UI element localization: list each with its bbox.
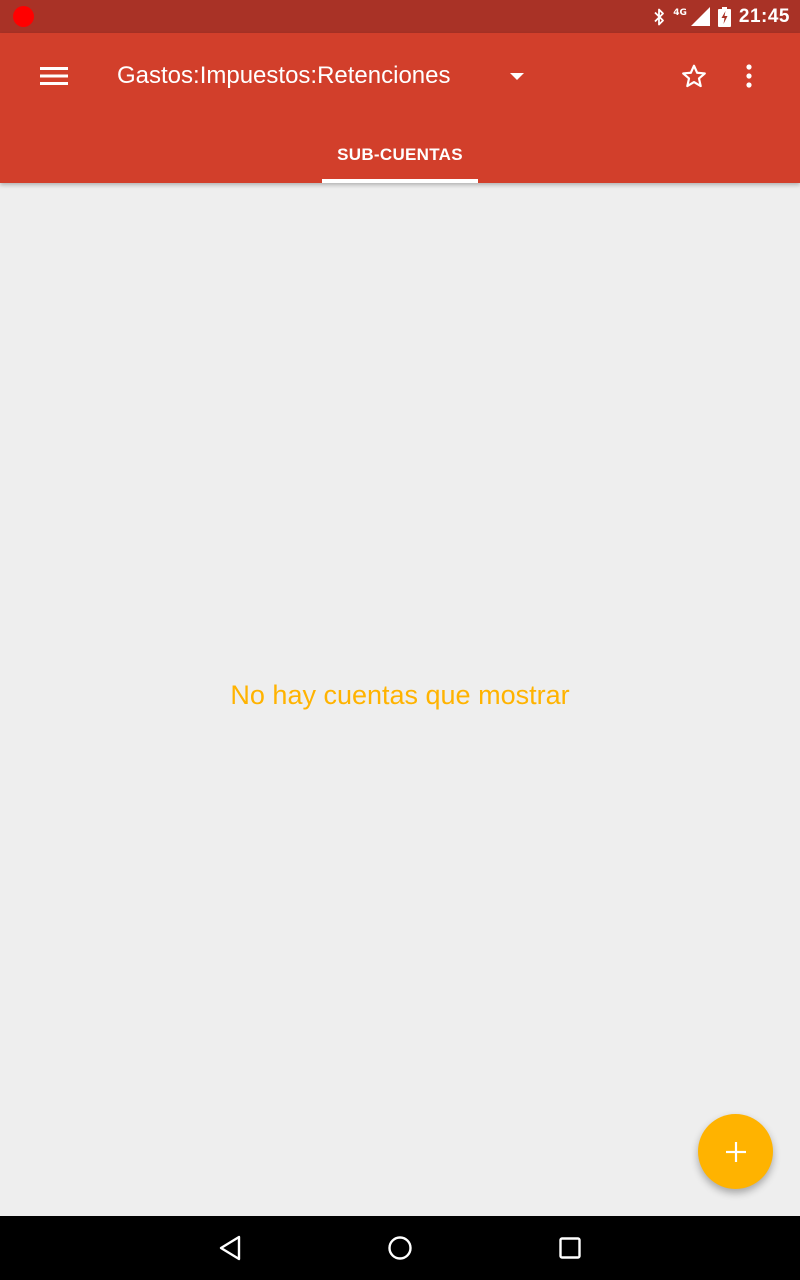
status-time: 21:45 [738,5,790,27]
navigation-bar [0,1216,800,1280]
tab-indicator [322,179,478,183]
star-outline-icon [682,64,706,88]
back-icon [219,1235,241,1261]
bluetooth-icon [653,8,665,26]
more-vert-icon [746,64,752,88]
recents-button[interactable] [540,1228,600,1268]
status-bar: 4G 21:45 [0,0,800,33]
account-title: Gastos:Impuestos:Retenciones [117,62,451,89]
menu-button[interactable] [24,53,84,99]
add-account-button[interactable] [698,1114,773,1189]
app-bar: Gastos:Impuestos:Retenciones SUB-CUENTAS [0,33,800,183]
recents-icon [559,1237,581,1259]
menu-icon [40,67,68,85]
tab-label: SUB-CUENTAS [337,145,463,164]
home-icon [388,1236,412,1260]
back-button[interactable] [200,1228,260,1268]
network-type-label: 4G [673,7,687,18]
plus-icon [725,1141,746,1162]
favorite-button[interactable] [670,53,718,99]
empty-state-message: No hay cuentas que mostrar [230,680,570,710]
overflow-menu-button[interactable] [728,53,770,99]
home-button[interactable] [370,1228,430,1268]
account-spinner[interactable]: Gastos:Impuestos:Retenciones [104,53,544,99]
status-icons: 4G 21:45 [653,0,790,33]
recording-dot-icon [13,6,34,27]
cell-signal-icon [690,7,710,26]
battery-charging-icon [717,6,731,27]
dropdown-arrow-icon [510,72,524,80]
tab-sub-cuentas[interactable]: SUB-CUENTAS [322,127,478,183]
